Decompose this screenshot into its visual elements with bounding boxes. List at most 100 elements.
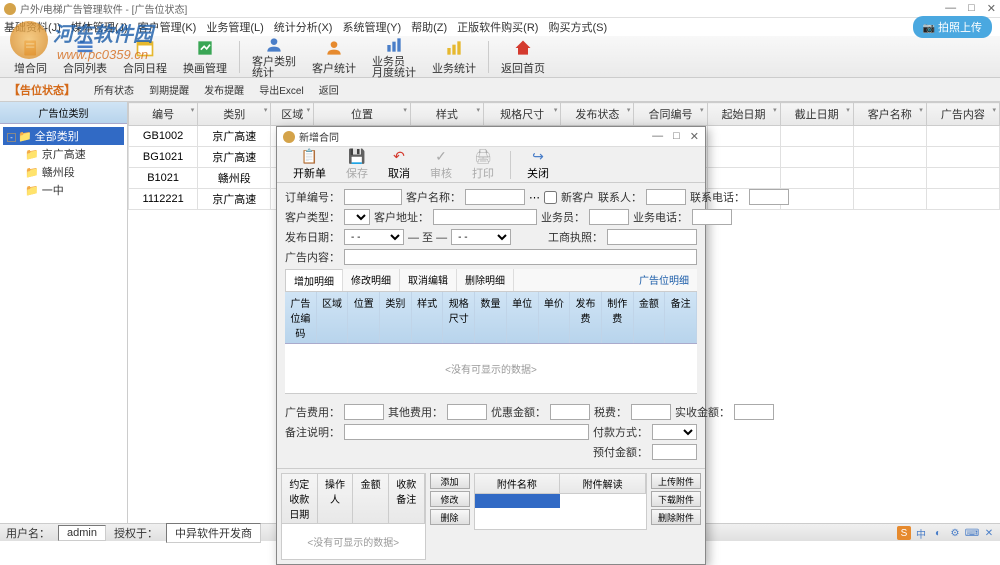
tray-icon-1[interactable]: S <box>897 526 911 540</box>
btn-attach-edit[interactable]: 修改 <box>430 491 470 507</box>
status-auth: 中异软件开发商 <box>166 523 261 543</box>
grid-col[interactable]: 样式▾ <box>410 103 483 126</box>
grid-col[interactable]: 起始日期▾ <box>707 103 780 126</box>
tray-icon-5[interactable]: ⌨ <box>965 526 979 540</box>
menu-stats[interactable]: 统计分析(X) <box>274 19 333 35</box>
menu-media[interactable]: 媒体管理(J) <box>71 19 128 35</box>
tab-ad-position-detail[interactable]: 广告位明细 <box>631 269 697 291</box>
dlg-tool-new[interactable]: 📋开新单 <box>283 147 336 183</box>
grid-col[interactable]: 区域▾ <box>271 103 314 126</box>
dlg-tool-close[interactable]: ↪关闭 <box>517 147 559 183</box>
grid-col[interactable]: 编号▾ <box>129 103 198 126</box>
tab-delete-detail[interactable]: 删除明细 <box>457 269 514 291</box>
tab-edit-detail[interactable]: 修改明细 <box>343 269 400 291</box>
dlg-tool-cancel[interactable]: ↶取消 <box>378 147 420 183</box>
input-cust-addr[interactable] <box>433 209 537 225</box>
select-date-from[interactable]: - - <box>344 229 404 245</box>
input-other-fee[interactable] <box>447 404 487 420</box>
grid-col[interactable]: 客户名称▾ <box>853 103 926 126</box>
input-contact[interactable] <box>646 189 686 205</box>
upload-photo-button[interactable]: 📷 拍照上传 <box>913 16 992 38</box>
attachment-grid-body[interactable] <box>474 494 647 530</box>
menu-customer[interactable]: 客户管理(K) <box>138 19 197 35</box>
input-biz-phone[interactable] <box>692 209 732 225</box>
grid-col[interactable]: 位置▾ <box>314 103 411 126</box>
tab-publish-remind[interactable]: 发布提醒 <box>198 84 250 99</box>
input-ad-fee[interactable] <box>344 404 384 420</box>
tool-contract-list[interactable]: 合同列表 <box>55 35 115 78</box>
tab-export-excel[interactable]: 导出Excel <box>253 84 309 99</box>
btn-download-attach[interactable]: 下载附件 <box>651 491 701 507</box>
close-button[interactable]: ✕ <box>987 2 996 15</box>
input-remark[interactable] <box>344 424 589 440</box>
maximize-button[interactable]: □ <box>968 2 975 15</box>
btn-attach-add[interactable]: 添加 <box>430 473 470 489</box>
tool-business-stats[interactable]: 业务统计 <box>424 35 484 78</box>
tab-expire-remind[interactable]: 到期提醒 <box>143 84 195 99</box>
tool-home[interactable]: 返回首页 <box>493 35 553 78</box>
dialog-title-bar[interactable]: 新增合同 — □ ✕ <box>277 127 705 147</box>
input-real-amt[interactable] <box>734 404 774 420</box>
input-tax[interactable] <box>631 404 671 420</box>
grid-col[interactable]: 广告内容▾ <box>926 103 999 126</box>
menu-help[interactable]: 帮助(Z) <box>411 19 447 35</box>
tool-customer-stats[interactable]: 客户统计 <box>304 35 364 78</box>
dialog-minimize[interactable]: — <box>652 130 663 143</box>
input-biz-lic[interactable] <box>607 229 697 245</box>
menu-basic[interactable]: 基础资料(J) <box>4 19 61 35</box>
select-cust-type[interactable] <box>344 209 370 225</box>
tray-icon-3[interactable]: ◐ <box>931 526 945 540</box>
dialog-close[interactable]: ✕ <box>690 130 699 143</box>
grid-col[interactable]: 规格尺寸▾ <box>483 103 560 126</box>
input-cust-name[interactable] <box>465 189 525 205</box>
btn-attach-delete[interactable]: 删除 <box>430 509 470 525</box>
tree-node-yizhong[interactable]: 📁 一中 <box>21 181 124 199</box>
dlg-tool-audit[interactable]: ✓审核 <box>420 147 462 183</box>
menu-system[interactable]: 系统管理(Y) <box>342 19 401 35</box>
lookup-customer-icon[interactable]: ⋯ <box>529 191 540 204</box>
tab-cancel-edit[interactable]: 取消编辑 <box>400 269 457 291</box>
tab-all-status[interactable]: 所有状态 <box>88 84 140 99</box>
tray-icon-6[interactable]: ✕ <box>982 526 996 540</box>
tray-icon-2[interactable]: 中 <box>914 526 928 540</box>
lbl-sales: 业务员： <box>541 209 585 225</box>
menu-payment[interactable]: 购买方式(S) <box>548 19 607 35</box>
input-prepaid[interactable] <box>652 444 697 460</box>
tool-contract-schedule[interactable]: 合同日程 <box>115 35 175 78</box>
input-order-no[interactable] <box>344 189 402 205</box>
select-date-to[interactable]: - - <box>451 229 511 245</box>
btn-upload-attach[interactable]: 上传附件 <box>651 473 701 489</box>
input-sales[interactable] <box>589 209 629 225</box>
tree-node-jingguang[interactable]: 📁 京广高速 <box>21 145 124 163</box>
tree-root[interactable]: -📁 全部类别 <box>3 127 124 145</box>
grid-col[interactable]: 截止日期▾ <box>780 103 853 126</box>
grid-col[interactable]: 发布状态▾ <box>561 103 634 126</box>
tool-add-contract[interactable]: 增合同 <box>6 35 55 78</box>
tool-customer-type-stats[interactable]: 客户类别 统计 <box>244 32 304 81</box>
dialog-maximize[interactable]: □ <box>673 130 680 143</box>
tab-add-detail[interactable]: 增加明细 <box>285 269 343 291</box>
grid-col[interactable]: 合同编号▾ <box>634 103 707 126</box>
menu-business[interactable]: 业务管理(L) <box>206 19 263 35</box>
input-discount[interactable] <box>550 404 590 420</box>
tab-return[interactable]: 返回 <box>313 84 345 99</box>
detail-grid-header: 广告位编码区域位置类别样式规格尺寸数量单位单价发布费制作费金额备注 <box>285 292 697 344</box>
lbl-pay-method: 付款方式： <box>593 424 648 440</box>
dlg-tool-print[interactable]: 🖨打印 <box>462 147 504 183</box>
tool-sales-monthly[interactable]: 业务员 月度统计 <box>364 32 424 81</box>
chk-new-customer[interactable] <box>544 191 557 204</box>
dlg-tool-save[interactable]: 💾保存 <box>336 147 378 183</box>
tree-header: 广告位类别 <box>0 102 127 124</box>
tree-node-ganzhou[interactable]: 📁 赣州段 <box>21 163 124 181</box>
select-pay-method[interactable] <box>652 424 697 440</box>
grid-col[interactable]: 类别▾ <box>198 103 271 126</box>
tray-icon-4[interactable]: ⚙ <box>948 526 962 540</box>
new-contract-dialog: 新增合同 — □ ✕ 📋开新单 💾保存 ↶取消 ✓审核 🖨打印 ↪关闭 订单编号… <box>276 126 706 565</box>
btn-delete-attach[interactable]: 删除附件 <box>651 509 701 525</box>
input-ad-content[interactable] <box>344 249 697 265</box>
status-user-label: 用户名： <box>6 525 50 541</box>
minimize-button[interactable]: — <box>945 2 956 15</box>
menu-buy[interactable]: 正版软件购买(R) <box>457 19 538 35</box>
tool-change-picture[interactable]: 换画管理 <box>175 35 235 78</box>
input-phone[interactable] <box>749 189 789 205</box>
